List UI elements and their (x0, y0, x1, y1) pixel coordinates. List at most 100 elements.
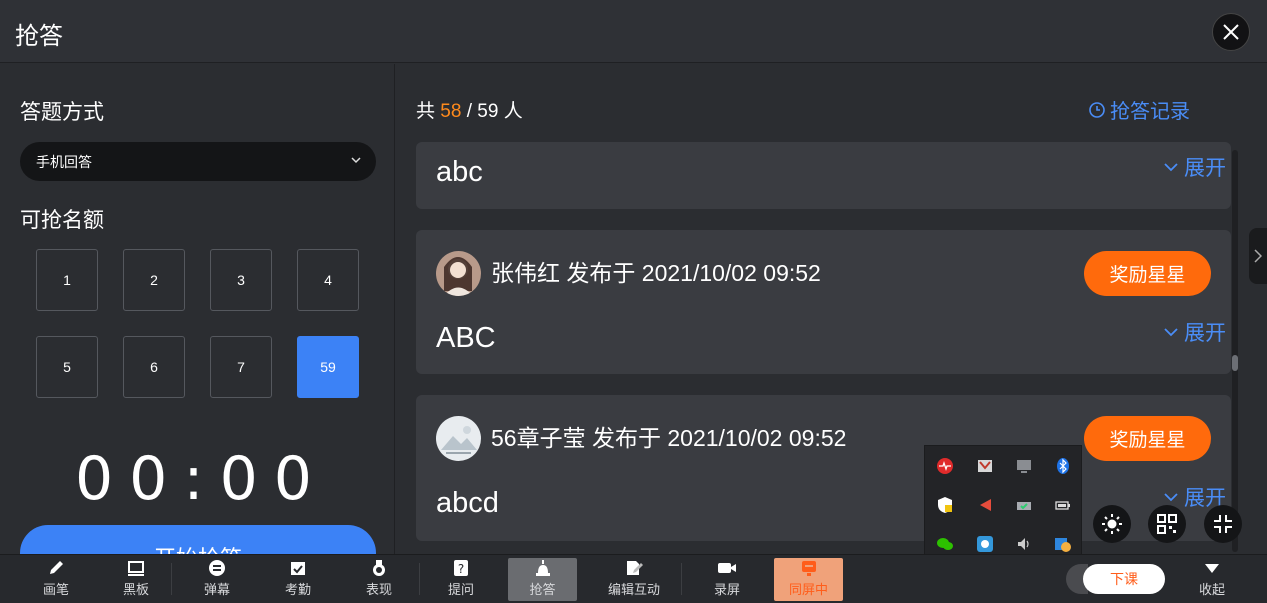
mode-select-value: 手机回答 (36, 153, 92, 170)
wechat-icon[interactable] (935, 534, 955, 554)
quota-option-4[interactable]: 4 (297, 249, 359, 311)
quota-option-6[interactable]: 6 (123, 336, 185, 398)
tool-label: 提问 (447, 582, 474, 597)
buzzer-icon (532, 558, 554, 577)
tool-question[interactable]: ? 提问 (440, 558, 482, 601)
chevron-down-icon (351, 157, 361, 164)
blackboard-icon (125, 558, 147, 577)
tool-pen[interactable]: 画笔 (36, 558, 76, 601)
drive-icon[interactable] (1014, 495, 1034, 515)
quota-option-5[interactable]: 5 (36, 336, 98, 398)
reward-star-button[interactable]: 奖励星星 (1084, 416, 1211, 461)
medal-icon (368, 558, 390, 577)
qr-code-icon (1157, 514, 1177, 534)
tool-blackboard[interactable]: 黑板 (116, 558, 156, 601)
dialog-header: 抢答 (0, 0, 1267, 63)
tool-label: 录屏 (713, 582, 740, 597)
battery-icon[interactable] (1053, 495, 1073, 515)
compress-icon (1214, 515, 1232, 533)
tool-attendance[interactable]: 考勤 (278, 558, 318, 601)
svg-text:?: ? (458, 562, 464, 576)
display-icon[interactable] (1014, 456, 1034, 476)
sun-icon (1102, 514, 1122, 534)
tool-danmaku[interactable]: 弹幕 (197, 558, 237, 601)
tool-label: 同屏中 (788, 582, 828, 597)
count-answered: 58 (440, 101, 462, 122)
quota-option-59[interactable]: 59 (297, 336, 359, 398)
flag-icon[interactable] (975, 495, 995, 515)
avatar (436, 251, 481, 296)
tool-label: 编辑互动 (607, 582, 660, 597)
chevron-down-icon (1164, 328, 1178, 337)
toolbar-divider (171, 563, 172, 595)
edit-doc-icon (623, 558, 645, 577)
mail-app-icon[interactable] (975, 456, 995, 476)
quota-option-2[interactable]: 2 (123, 249, 185, 311)
qr-code-button[interactable] (1148, 505, 1186, 543)
cloud-sync-icon[interactable] (1053, 534, 1073, 554)
pen-icon (45, 558, 67, 577)
tool-label: 弹幕 (203, 582, 230, 597)
answer-card: 张伟红 发布于 2021/10/02 09:52 奖励星星 ABC 展开 (416, 230, 1231, 374)
history-label: 抢答记录 (1110, 101, 1190, 123)
dialog-title: 抢答 (15, 23, 63, 50)
count-suffix: / 59 人 (466, 101, 523, 122)
close-icon (1223, 24, 1239, 40)
quota-option-1[interactable]: 1 (36, 249, 98, 311)
countdown-timer: 00:00 (75, 444, 328, 514)
toolbar-divider (681, 563, 682, 595)
tool-label: 表现 (365, 582, 392, 597)
expand-label: 展开 (1184, 157, 1226, 180)
tool-edit-interaction[interactable]: 编辑互动 (604, 558, 664, 601)
brightness-button[interactable] (1093, 505, 1131, 543)
screen-share-icon (798, 558, 820, 577)
expand-button[interactable]: 展开 (1164, 317, 1226, 347)
toolbar-divider (419, 563, 420, 595)
danmaku-icon (206, 558, 228, 577)
answer-card: abc 展开 (416, 142, 1231, 209)
tool-screen-share[interactable]: 同屏中 (774, 558, 843, 601)
tool-label: 黑板 (122, 582, 149, 597)
close-button[interactable] (1212, 13, 1250, 51)
scrollbar[interactable] (1232, 150, 1238, 552)
tool-performance[interactable]: 表现 (359, 558, 399, 601)
answers-panel: 共 58 / 59 人 抢答记录 abc 展开 张伟红 发布于 2021/10/… (396, 64, 1258, 554)
answer-content: ABC (436, 322, 496, 354)
volume-icon[interactable] (1014, 534, 1034, 554)
scrollbar-thumb[interactable] (1232, 355, 1238, 371)
quota-option-3[interactable]: 3 (210, 249, 272, 311)
triangle-down-icon (1201, 558, 1223, 577)
mode-select[interactable]: 手机回答 (20, 142, 376, 181)
end-class-button[interactable]: 下课 (1083, 564, 1165, 594)
quota-label: 可抢名额 (20, 209, 104, 232)
settings-panel: 答题方式 手机回答 可抢名额 1 2 3 4 5 6 7 59 00:00 开始… (0, 64, 395, 554)
tool-label: 抢答 (529, 582, 556, 597)
avatar (436, 416, 481, 461)
chevron-down-icon (1164, 163, 1178, 172)
tool-label: 画笔 (42, 582, 69, 597)
answer-content: abcd (436, 487, 499, 519)
antivirus-icon[interactable] (935, 456, 955, 476)
side-panel-handle[interactable] (1249, 228, 1267, 284)
security-shield-icon[interactable] (935, 495, 955, 515)
bottom-toolbar: 画笔 黑板 弹幕 考勤 表现 ? 提问 抢答 编辑互动 录屏 同屏中 下课 收起 (0, 554, 1267, 603)
exit-fullscreen-button[interactable] (1204, 505, 1242, 543)
answer-author: 张伟红 发布于 2021/10/02 09:52 (491, 260, 821, 286)
chevron-down-icon (1164, 493, 1178, 502)
expand-button[interactable]: 展开 (1164, 152, 1226, 182)
clock-icon (1089, 101, 1105, 118)
quota-option-7[interactable]: 7 (210, 336, 272, 398)
chevron-right-icon (1254, 249, 1262, 263)
collapse-toolbar-button[interactable]: 收起 (1192, 558, 1232, 601)
tool-quick-answer[interactable]: 抢答 (508, 558, 577, 601)
answer-content: abc (436, 156, 483, 188)
history-link[interactable]: 抢答记录 (1088, 95, 1190, 124)
start-button[interactable]: 开始抢答 (20, 525, 376, 554)
bluetooth-icon[interactable] (1053, 456, 1073, 476)
answer-author: 56章子莹 发布于 2021/10/02 09:52 (491, 425, 847, 451)
expand-label: 展开 (1184, 322, 1226, 345)
tool-screen-record[interactable]: 录屏 (707, 558, 747, 601)
reward-star-button[interactable]: 奖励星星 (1084, 251, 1211, 296)
tool-label: 收起 (1198, 582, 1225, 597)
input-method-icon[interactable] (975, 534, 995, 554)
